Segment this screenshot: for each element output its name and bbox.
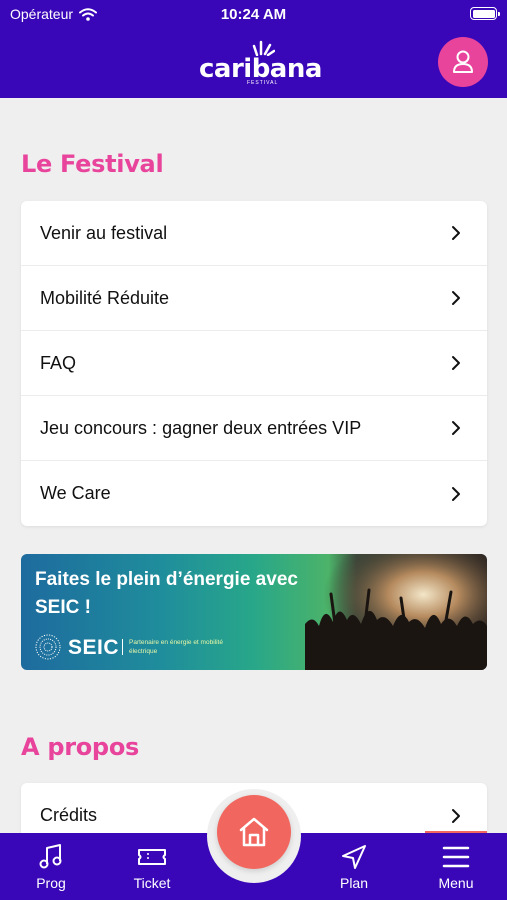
list-item-label: Jeu concours : gagner deux entrées VIP <box>40 417 362 438</box>
caribana-logo: caribana FESTIVAL <box>199 40 322 86</box>
hamburger-menu-icon <box>442 846 470 868</box>
navigation-arrow-icon <box>342 845 366 869</box>
tab-label: Menu <box>438 875 474 891</box>
list-item-label: Crédits <box>40 805 98 825</box>
tab-label: Ticket <box>133 875 171 891</box>
app-header: Opérateur 10:24 AM caribana FESTIVAL <box>0 0 507 98</box>
list-item-faq[interactable]: FAQ <box>21 331 487 396</box>
list-item-label: Venir au festival <box>40 222 168 243</box>
status-bar: Opérateur 10:24 AM <box>0 0 507 30</box>
music-note-icon <box>39 844 62 869</box>
tab-menu[interactable]: Menu <box>416 843 496 891</box>
tab-label: Plan <box>339 875 369 891</box>
home-button[interactable] <box>217 795 291 869</box>
list-item-label: Mobilité Réduite <box>40 287 170 308</box>
festival-menu-list: Venir au festival Mobilité Réduite FAQ J… <box>21 201 487 526</box>
tab-prog[interactable]: Prog <box>11 843 91 891</box>
home-icon <box>239 817 269 847</box>
chevron-right-icon <box>452 486 460 501</box>
chevron-right-icon <box>452 356 460 370</box>
chevron-right-icon <box>452 226 460 240</box>
list-item-venir[interactable]: Venir au festival <box>21 201 487 266</box>
logo-subtitle: FESTIVAL <box>247 80 279 86</box>
partner-text: Partenaire en énergie et mobilité électr… <box>129 639 223 655</box>
list-item-we-care[interactable]: We Care <box>21 461 487 526</box>
chevron-right-icon <box>452 421 460 435</box>
profile-button[interactable] <box>438 37 488 87</box>
list-item-jeu-concours[interactable]: Jeu concours : gagner deux entrées VIP <box>21 396 487 461</box>
list-item-mobilite[interactable]: Mobilité Réduite <box>21 266 487 331</box>
chevron-right-icon <box>452 808 460 823</box>
seic-sunburst-icon <box>35 634 61 660</box>
banner-title: Faites le plein d’énergie avec SEIC ! <box>35 569 298 618</box>
seic-wordmark: SEIC <box>68 636 120 659</box>
list-item-label: FAQ <box>40 352 77 373</box>
battery-icon <box>470 7 500 20</box>
clock: 10:24 AM <box>220 6 287 23</box>
chevron-right-icon <box>452 291 460 305</box>
section-title-about: A propos <box>21 733 139 761</box>
seic-sponsor-banner[interactable]: Faites le plein d’énergie avec SEIC ! SE… <box>21 554 487 670</box>
concert-crowd-image <box>305 554 487 670</box>
tab-plan[interactable]: Plan <box>314 843 394 891</box>
tab-label: Prog <box>36 875 66 891</box>
list-item-label: We Care <box>40 483 111 503</box>
divider <box>122 639 123 655</box>
section-title-festival: Le Festival <box>21 150 164 178</box>
user-icon <box>453 50 473 73</box>
tab-ticket[interactable]: Ticket <box>112 843 192 891</box>
seic-logo: SEIC Partenaire en énergie et mobilité é… <box>34 633 234 661</box>
ticket-icon <box>138 849 166 865</box>
